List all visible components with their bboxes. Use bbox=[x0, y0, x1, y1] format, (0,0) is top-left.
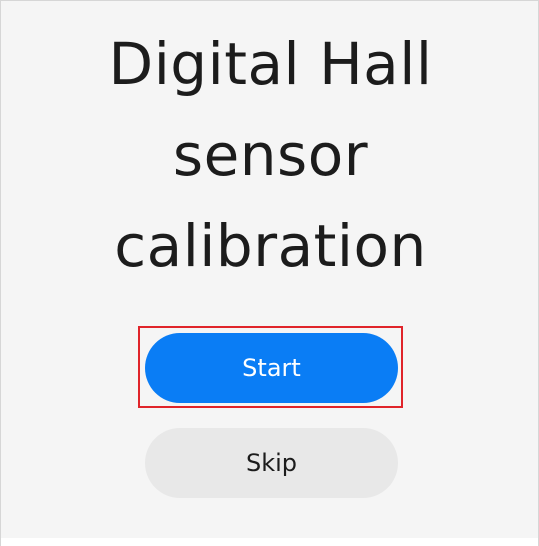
start-button[interactable]: Start bbox=[145, 333, 398, 403]
title-line-1: Digital Hall bbox=[108, 30, 433, 98]
skip-button[interactable]: Skip bbox=[145, 428, 398, 498]
title-line-2: sensor bbox=[172, 121, 369, 189]
page-title: Digital Hall sensor calibration bbox=[1, 19, 539, 292]
calibration-screen: Digital Hall sensor calibration Start Skip bbox=[0, 0, 539, 546]
title-line-3: calibration bbox=[114, 212, 427, 280]
